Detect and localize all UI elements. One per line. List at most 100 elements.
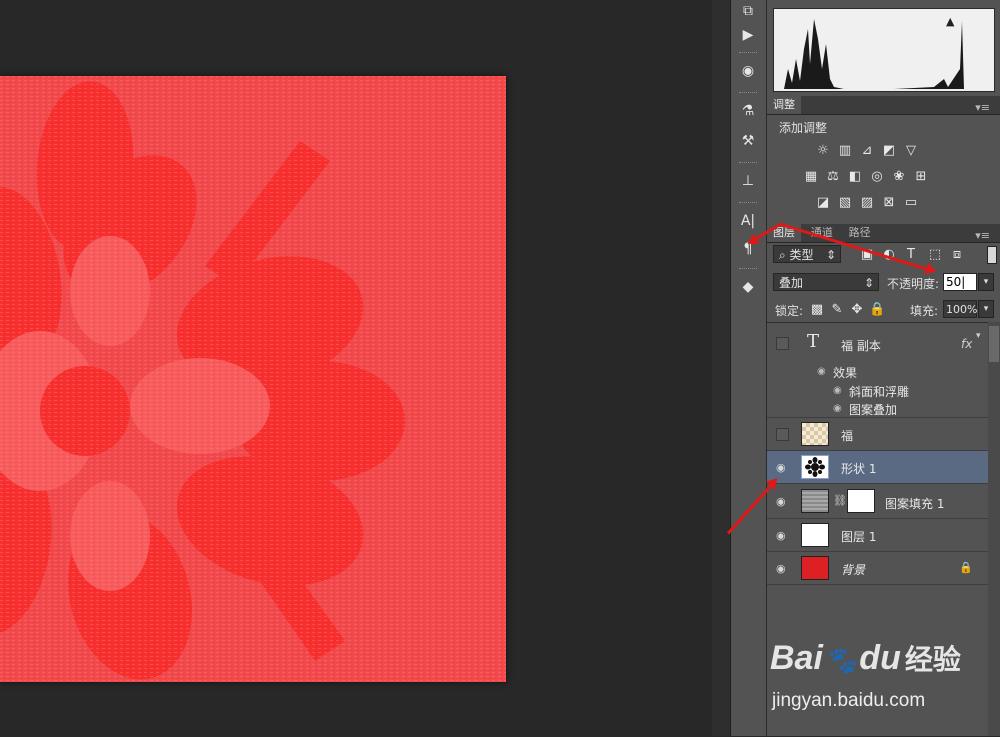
filter-label: 类型 <box>789 248 814 262</box>
strip-grip[interactable] <box>739 202 757 205</box>
brand-bai: Bai <box>770 639 823 677</box>
character-icon[interactable]: A| <box>735 210 761 232</box>
chain-link-icon[interactable]: ⛓ <box>833 494 847 507</box>
adjustments-title: 添加调整 <box>779 121 828 135</box>
opacity-label: 不透明度: <box>887 277 940 291</box>
threshold-icon[interactable]: ▨ <box>859 196 875 210</box>
eye-icon[interactable]: ◉ <box>833 403 842 414</box>
play-action-icon[interactable]: ▶ <box>735 24 761 46</box>
eye-icon[interactable]: ◉ <box>776 495 786 508</box>
scrollbar-thumb[interactable] <box>989 326 999 362</box>
layer-name[interactable]: 形状 1 <box>841 460 876 477</box>
document-workspace <box>0 0 712 736</box>
layer-name[interactable]: 图案填充 1 <box>885 495 944 512</box>
gradient-map-icon[interactable]: ⊠ <box>881 196 897 210</box>
brush-icon[interactable]: ⚒ <box>735 130 761 152</box>
collapsed-panel-strip: ⧉ ▶ ◉ ⚗ ⚒ ⊥ A| ¶ ◆ <box>731 0 767 736</box>
layer-row-pattern-fill-1[interactable]: ◉ ⛓ 图案填充 1 <box>767 484 988 519</box>
blend-mode-value: 叠加 <box>779 276 804 290</box>
invert-icon[interactable]: ◪ <box>815 196 831 210</box>
layer-name[interactable]: 图层 1 <box>841 528 876 545</box>
brush-presets-icon[interactable]: ⚗ <box>735 100 761 122</box>
photo-filter-icon[interactable]: ◎ <box>869 170 885 184</box>
layer-thumbnail <box>801 489 829 513</box>
filter-toggle-switch[interactable] <box>987 246 997 264</box>
fill-label: 填充: <box>910 304 939 318</box>
eye-icon[interactable]: ◉ <box>817 366 826 377</box>
strip-grip[interactable] <box>739 162 757 165</box>
layers-tabbar: 图层 通道 路径 ▾≡ <box>767 224 1000 243</box>
eye-icon[interactable]: ◉ <box>776 562 786 575</box>
brightness-icon[interactable]: ☼ <box>815 144 831 158</box>
baidu-jingyan-watermark: Bai🐾du 经验 jingyan.baidu.com <box>770 628 1000 728</box>
visibility-toggle-off[interactable] <box>776 337 789 350</box>
lock-move-icon[interactable]: ✥ <box>849 303 865 317</box>
fx-icon[interactable]: fx <box>961 337 972 351</box>
effect-bevel-emboss[interactable]: 斜面和浮雕 <box>849 383 909 400</box>
layer-filter-select[interactable]: ⌕ 类型 ⇕ <box>773 245 841 263</box>
warning-icon[interactable]: ▲ <box>946 15 955 28</box>
channel-mixer-icon[interactable]: ❀ <box>891 170 907 184</box>
hue-saturation-icon[interactable]: ▦ <box>803 170 819 184</box>
blend-mode-select[interactable]: 叠加 ⇕ <box>773 273 879 291</box>
histogram-panel: ▲ <box>773 8 995 92</box>
right-panels: ▲ 调整 ▾≡ 添加调整 ☼ ▥ ⊿ ◩ ▽ ▦ ⚖ ◧ ◎ ❀ ⊞ ◪ ▧ ▨… <box>767 0 1000 736</box>
posterize-icon[interactable]: ▧ <box>837 196 853 210</box>
brand-du: du <box>859 639 901 677</box>
lock-paint-icon[interactable]: ✎ <box>829 303 845 317</box>
exposure-icon[interactable]: ◩ <box>881 144 897 158</box>
selective-color-icon[interactable]: ▭ <box>903 196 919 210</box>
watermark-url: jingyan.baidu.com <box>772 690 926 711</box>
fill-input[interactable]: 100% <box>943 300 977 318</box>
updown-icon: ⇕ <box>863 276 874 290</box>
opacity-dropdown-icon[interactable]: ▾ <box>978 273 994 291</box>
lock-all-icon[interactable]: 🔒 <box>869 303 885 317</box>
vibrance-icon[interactable]: ▽ <box>903 144 919 158</box>
lock-icon: 🔒 <box>959 561 973 574</box>
filter-type-icon[interactable]: T <box>903 248 919 262</box>
lock-transparent-icon[interactable]: ▩ <box>809 303 825 317</box>
layer-row-shape-1[interactable]: ◉ 形状 1 <box>767 451 988 484</box>
layer-row-background[interactable]: ◉ 背景 🔒 <box>767 552 988 585</box>
eye-icon[interactable]: ◉ <box>776 461 786 474</box>
black-white-icon[interactable]: ◧ <box>847 170 863 184</box>
effects-label: 效果 <box>833 366 858 380</box>
layer-name[interactable]: 背景 <box>841 561 865 578</box>
layer-row-fu-copy[interactable]: T 福 副本 fx ▾ ◉ 效果 ◉ 斜面和浮雕 ◉ 图案叠加 <box>767 323 988 418</box>
effect-pattern-overlay[interactable]: 图案叠加 <box>849 401 897 418</box>
eye-icon[interactable]: ◉ <box>776 529 786 542</box>
layer-thumbnail <box>801 455 829 479</box>
filter-shape-icon[interactable]: ⬚ <box>927 248 943 262</box>
levels-icon[interactable]: ▥ <box>837 144 853 158</box>
filter-smart-object-icon[interactable]: ⧈ <box>949 248 965 262</box>
panel-menu-icon[interactable]: ▾≡ <box>969 99 996 117</box>
fill-dropdown-icon[interactable]: ▾ <box>978 300 994 318</box>
history-icon[interactable]: ⧉ <box>735 0 761 22</box>
layer-name[interactable]: 福 <box>841 427 853 444</box>
layer-mask-thumbnail[interactable] <box>847 489 875 513</box>
tab-paths[interactable]: 路径 <box>843 224 877 242</box>
opacity-input[interactable]: 50| <box>943 273 977 291</box>
clone-source-icon[interactable]: ⊥ <box>735 170 761 192</box>
layer-name[interactable]: 福 副本 <box>841 337 881 354</box>
eye-icon[interactable]: ◉ <box>833 385 842 396</box>
layers-menu-icon[interactable]: ▾≡ <box>969 227 996 245</box>
strip-grip[interactable] <box>739 268 757 271</box>
layer-row-fu[interactable]: 福 <box>767 418 988 451</box>
color-balance-icon[interactable]: ⚖ <box>825 170 841 184</box>
document-canvas[interactable] <box>0 76 506 682</box>
expand-effects-icon[interactable]: ▾ <box>976 331 981 341</box>
strip-grip[interactable] <box>739 92 757 95</box>
layer-comps-icon[interactable]: ◉ <box>735 60 761 82</box>
layer-thumbnail <box>801 422 829 446</box>
strip-grip[interactable] <box>739 52 757 55</box>
layer-row-layer-1[interactable]: ◉ 图层 1 <box>767 519 988 552</box>
curves-icon[interactable]: ⊿ <box>859 144 875 158</box>
paw-icon: 🐾 <box>824 645 858 675</box>
tab-adjustments[interactable]: 调整 <box>767 96 801 114</box>
visibility-toggle-off[interactable] <box>776 428 789 441</box>
brand-product: 经验 <box>904 644 961 675</box>
3d-cube-icon[interactable]: ◆ <box>735 276 761 298</box>
opacity-value: 50 <box>946 275 962 289</box>
color-lookup-icon[interactable]: ⊞ <box>913 170 929 184</box>
